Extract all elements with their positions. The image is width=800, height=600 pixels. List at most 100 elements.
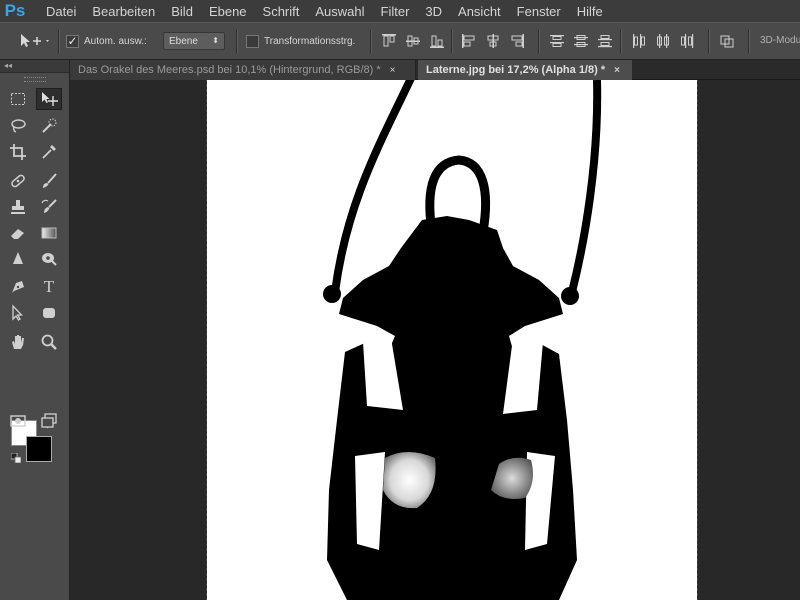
menu-ebene[interactable]: Ebene bbox=[201, 4, 255, 19]
menu-fenster[interactable]: Fenster bbox=[509, 4, 569, 19]
type-icon: T bbox=[43, 277, 55, 296]
align-left-edges-icon[interactable] bbox=[461, 33, 477, 49]
options-separator bbox=[236, 29, 238, 53]
lasso-icon bbox=[11, 119, 26, 133]
dodge-icon bbox=[42, 253, 57, 266]
options-separator bbox=[748, 29, 750, 53]
menu-bar: Ps Datei Bearbeiten Bild Ebene Schrift A… bbox=[0, 0, 800, 22]
history-brush-tool[interactable] bbox=[36, 196, 62, 218]
bandage-icon bbox=[11, 174, 25, 188]
hand-icon bbox=[12, 335, 24, 349]
tab-laterne[interactable]: Laterne.jpg bei 17,2% (Alpha 1/8) * × bbox=[418, 60, 632, 80]
tab-orakel-des-meeres[interactable]: Das Orakel des Meeres.psd bei 10,1% (Hin… bbox=[70, 60, 416, 80]
path-selection-tool[interactable] bbox=[5, 302, 31, 324]
options-bar: Autom. ausw.: Ebene ⬍ Transformationsstr… bbox=[0, 22, 800, 60]
distribute-left-edges-icon[interactable] bbox=[631, 33, 647, 49]
close-icon[interactable]: × bbox=[390, 65, 396, 76]
auto-select-target-value: Ebene bbox=[169, 35, 198, 47]
document-workspace[interactable] bbox=[70, 80, 800, 600]
eyedropper-tool[interactable] bbox=[36, 141, 62, 163]
quick-selection-tool[interactable] bbox=[36, 115, 62, 137]
auto-select-target-dropdown[interactable]: Ebene ⬍ bbox=[163, 31, 225, 51]
spot-healing-brush-tool[interactable] bbox=[5, 170, 31, 192]
blur-drop-icon bbox=[13, 252, 23, 264]
eyedropper-icon bbox=[42, 145, 56, 159]
quick-mask-icon bbox=[10, 415, 26, 427]
menu-filter[interactable]: Filter bbox=[373, 4, 418, 19]
move-tool[interactable] bbox=[36, 88, 62, 110]
lantern-alpha-channel-image bbox=[323, 80, 602, 600]
align-horizontal-centers-icon[interactable] bbox=[485, 33, 501, 49]
default-colors-icon[interactable] bbox=[11, 453, 21, 463]
options-separator bbox=[538, 29, 540, 53]
photoshop-logo: Ps bbox=[4, 1, 26, 20]
options-separator bbox=[620, 29, 622, 53]
menu-3d[interactable]: 3D bbox=[417, 4, 450, 19]
menu-auswahl[interactable]: Auswahl bbox=[307, 4, 372, 19]
lasso-tool[interactable] bbox=[5, 115, 31, 137]
pen-icon bbox=[12, 281, 24, 293]
menu-bearbeiten[interactable]: Bearbeiten bbox=[84, 4, 163, 19]
tools-panel-collapse[interactable]: ◂◂ bbox=[0, 60, 69, 73]
pen-tool[interactable] bbox=[5, 276, 31, 298]
move-icon bbox=[42, 92, 58, 106]
tab-laterne-label: Laterne.jpg bei 17,2% (Alpha 1/8) * bbox=[426, 64, 606, 76]
menu-bild[interactable]: Bild bbox=[163, 4, 201, 19]
dodge-tool[interactable] bbox=[36, 248, 62, 270]
menu-schrift[interactable]: Schrift bbox=[255, 4, 308, 19]
options-separator bbox=[451, 29, 453, 53]
auto-align-layers-icon[interactable] bbox=[719, 33, 735, 49]
transform-controls-checkbox[interactable] bbox=[246, 34, 259, 48]
crop-tool[interactable] bbox=[5, 141, 31, 163]
tool-preset-picker[interactable] bbox=[18, 31, 52, 51]
auto-select-label: Autom. ausw.: bbox=[84, 35, 147, 47]
auto-select-checkbox[interactable] bbox=[66, 34, 79, 48]
transform-controls-label: Transformationsstrg. bbox=[264, 35, 356, 47]
eraser-tool[interactable] bbox=[5, 222, 31, 244]
zoom-magnifier-icon bbox=[41, 334, 57, 350]
align-right-edges-icon[interactable] bbox=[509, 33, 525, 49]
menu-datei[interactable]: Datei bbox=[38, 4, 84, 19]
screen-mode-icon bbox=[41, 413, 57, 428]
auto-select-option[interactable]: Autom. ausw.: bbox=[66, 31, 147, 51]
distribute-right-edges-icon[interactable] bbox=[679, 33, 695, 49]
rectangular-marquee-tool[interactable] bbox=[5, 88, 31, 110]
options-separator bbox=[708, 29, 710, 53]
document-canvas[interactable] bbox=[206, 80, 698, 600]
distribute-vertical-centers-icon[interactable] bbox=[573, 33, 589, 49]
quick-mask-mode-button[interactable] bbox=[5, 410, 31, 432]
quick-selection-icon bbox=[42, 118, 57, 133]
path-selection-icon bbox=[12, 304, 24, 321]
stamp-icon bbox=[11, 200, 25, 214]
rectangle-tool[interactable] bbox=[36, 302, 62, 324]
clone-stamp-tool[interactable] bbox=[5, 196, 31, 218]
distribute-bottom-edges-icon[interactable] bbox=[597, 33, 613, 49]
brush-icon bbox=[43, 173, 57, 188]
background-color-swatch[interactable] bbox=[26, 436, 52, 462]
type-tool[interactable]: T bbox=[36, 276, 62, 298]
distribute-horizontal-centers-icon[interactable] bbox=[655, 33, 671, 49]
distribute-top-edges-icon[interactable] bbox=[549, 33, 565, 49]
gradient-tool[interactable] bbox=[36, 222, 62, 244]
menu-hilfe[interactable]: Hilfe bbox=[569, 4, 611, 19]
eraser-icon bbox=[11, 229, 24, 239]
blur-tool[interactable] bbox=[5, 248, 31, 270]
tools-panel: ◂◂ T bbox=[0, 60, 70, 600]
close-icon[interactable]: × bbox=[614, 65, 620, 76]
zoom-tool[interactable] bbox=[36, 331, 62, 353]
tools-panel-grip[interactable] bbox=[23, 77, 46, 82]
document-tab-bar: Das Orakel des Meeres.psd bei 10,1% (Hin… bbox=[70, 60, 800, 80]
hand-tool[interactable] bbox=[5, 331, 31, 353]
screen-mode-button[interactable] bbox=[36, 410, 62, 432]
brush-tool[interactable] bbox=[36, 170, 62, 192]
align-top-edges-icon[interactable] bbox=[381, 33, 397, 49]
rounded-rectangle-icon bbox=[43, 308, 55, 318]
align-vertical-centers-icon[interactable] bbox=[405, 33, 421, 49]
3d-mode-label: 3D-Modus: bbox=[760, 35, 800, 46]
move-tool-icon bbox=[21, 34, 49, 47]
transform-controls-option[interactable]: Transformationsstrg. bbox=[246, 31, 355, 51]
menu-ansicht[interactable]: Ansicht bbox=[450, 4, 509, 19]
dropdown-arrows-icon: ⬍ bbox=[212, 36, 219, 45]
options-separator bbox=[370, 29, 372, 53]
align-bottom-edges-icon[interactable] bbox=[429, 33, 445, 49]
